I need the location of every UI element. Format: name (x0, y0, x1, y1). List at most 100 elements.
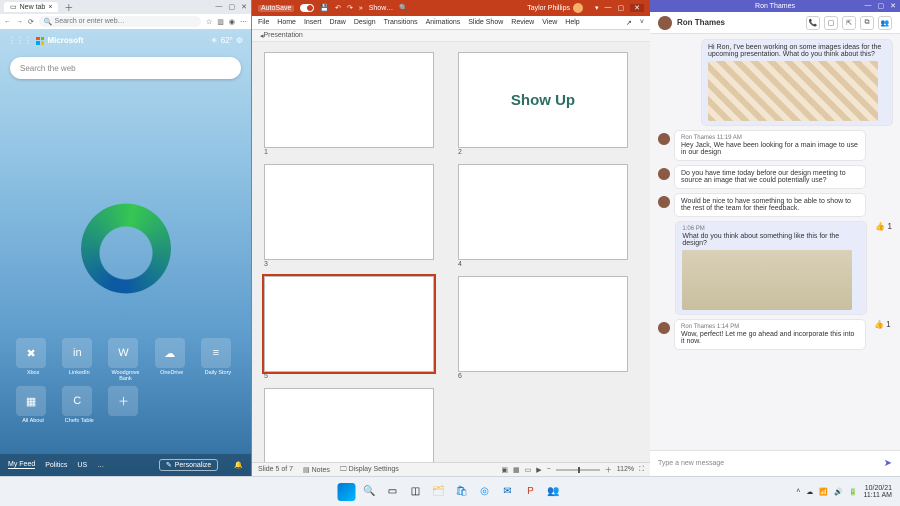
refresh-icon[interactable]: ⟳ (28, 18, 34, 26)
reaction-badge[interactable]: 👍 1 (875, 222, 892, 314)
collections-icon[interactable]: ▥ (217, 18, 224, 26)
ntp-search-box[interactable]: Search the web (10, 57, 241, 79)
minimize-icon[interactable]: ― (605, 4, 612, 12)
ribbon-collapse-icon[interactable]: ˅ (640, 19, 644, 26)
slide-thumbnail[interactable]: Show Off.5 (264, 276, 434, 380)
slide-thumbnail[interactable]: 7 (264, 388, 434, 462)
video-call-icon[interactable]: ▢ (824, 16, 838, 30)
slide-thumbnail[interactable]: Show Up2 (458, 52, 628, 156)
slide-thumbnail[interactable]: Show.1 (264, 52, 434, 156)
new-tab-button[interactable]: ＋ (64, 1, 73, 14)
close-icon[interactable]: ✕ (890, 2, 896, 10)
display-settings-button[interactable]: 🖵 Display Settings (340, 466, 399, 474)
breadcrumb[interactable]: ◂ Presentation (252, 30, 650, 42)
ribbon-tab-slide-show[interactable]: Slide Show (468, 19, 503, 26)
quick-link-tile[interactable]: CChefs Table (62, 386, 96, 424)
zoom-out-icon[interactable]: − (547, 466, 551, 473)
ribbon-tab-home[interactable]: Home (277, 19, 296, 26)
quick-link-tile[interactable]: ✖Xbox (16, 338, 50, 382)
send-icon[interactable]: ➤ (884, 458, 892, 469)
close-icon[interactable]: ✕ (630, 4, 644, 12)
browser-tab[interactable]: ▭ New tab × (4, 2, 58, 12)
redo-icon[interactable]: ↷ (347, 4, 353, 12)
share-icon[interactable]: ⇱ (842, 16, 856, 30)
attached-image[interactable] (682, 250, 852, 310)
tab-politics[interactable]: Politics (45, 462, 67, 469)
ribbon-tab-insert[interactable]: Insert (304, 19, 322, 26)
weather-widget[interactable]: ☀ 62° ⚙ (211, 36, 243, 45)
account-button[interactable]: Taylor Phillips (527, 3, 583, 13)
widgets-icon[interactable]: ◫ (407, 483, 425, 501)
minimize-icon[interactable]: ― (216, 3, 223, 11)
clock[interactable]: 10/20/21 11:11 AM (863, 485, 892, 499)
save-icon[interactable]: 💾 (320, 4, 329, 12)
explorer-icon[interactable]: 🗂 (430, 483, 448, 501)
tab-us[interactable]: US (77, 462, 87, 469)
contact-name[interactable]: Ron Thames (677, 18, 725, 27)
settings-gear-icon[interactable]: ⚙ (236, 36, 243, 45)
autosave-toggle[interactable] (300, 4, 314, 12)
attached-image[interactable] (708, 61, 878, 121)
sorter-view-icon[interactable]: ▦ (513, 466, 520, 474)
chat-message[interactable]: 1:06 PMWhat do you think about something… (658, 222, 892, 314)
teams-taskbar-icon[interactable]: 👥 (545, 483, 563, 501)
quick-link-tile[interactable]: ▦All About (16, 386, 50, 424)
zoom-slider[interactable] (556, 469, 600, 471)
battery-icon[interactable]: 🔋 (849, 488, 858, 496)
normal-view-icon[interactable]: ▣ (501, 466, 508, 474)
ribbon-tab-view[interactable]: View (542, 19, 557, 26)
reading-view-icon[interactable]: ▭ (525, 466, 532, 474)
notes-button[interactable]: ▤ Notes (303, 466, 330, 474)
mail-icon[interactable]: ✉ (499, 483, 517, 501)
menu-icon[interactable]: ⋯ (240, 18, 247, 26)
quick-link-tile[interactable]: ＋ (108, 386, 142, 424)
document-name[interactable]: Show… (369, 5, 394, 12)
slideshow-view-icon[interactable]: ▶ (536, 466, 541, 474)
ribbon-tab-transitions[interactable]: Transitions (384, 19, 418, 26)
quick-link-tile[interactable]: ☁OneDrive (155, 338, 189, 382)
ribbon-tab-draw[interactable]: Draw (329, 19, 345, 26)
personalize-button[interactable]: ✎ Personalize (159, 459, 218, 471)
store-icon[interactable]: 🛍 (453, 483, 471, 501)
task-view-icon[interactable]: ▭ (384, 483, 402, 501)
close-tab-icon[interactable]: × (48, 4, 52, 11)
maximize-icon[interactable]: ▢ (229, 3, 236, 11)
quick-link-tile[interactable]: inLinkedIn (62, 338, 96, 382)
quick-link-tile[interactable]: ≡Daily Story (201, 338, 235, 382)
ribbon-tab-review[interactable]: Review (511, 19, 534, 26)
chat-message[interactable]: Ron Thames 11:19 AMHey Jack, We have bee… (658, 131, 892, 160)
slide-thumbnail[interactable]: Show.6 (458, 276, 628, 380)
powerpoint-icon[interactable]: P (522, 483, 540, 501)
share-icon[interactable]: ↗ (626, 19, 632, 27)
search-icon[interactable]: 🔍 (361, 483, 379, 501)
wifi-icon[interactable]: 📶 (819, 488, 828, 496)
audio-call-icon[interactable]: 📞 (806, 16, 820, 30)
back-icon[interactable]: ← (4, 18, 11, 25)
forward-icon[interactable]: → (16, 18, 23, 25)
volume-icon[interactable]: 🔊 (834, 488, 843, 496)
popout-icon[interactable]: ⧉ (860, 16, 874, 30)
profile-icon[interactable]: ◉ (229, 18, 235, 26)
ribbon-tab-file[interactable]: File (258, 19, 269, 26)
maximize-icon[interactable]: ▢ (878, 2, 885, 10)
slide-thumbnail[interactable]: 113 (264, 164, 434, 268)
address-bar[interactable]: 🔍 Search or enter web… (39, 16, 201, 27)
start-button[interactable] (338, 483, 356, 501)
quick-link-tile[interactable]: WWoodgrove Bank (108, 338, 142, 382)
chat-message[interactable]: Hi Ron, I've been working on some images… (658, 40, 892, 125)
close-icon[interactable]: ✕ (241, 3, 247, 11)
ribbon-tab-animations[interactable]: Animations (426, 19, 461, 26)
search-icon[interactable]: 🔍 (399, 4, 408, 12)
tab-my-feed[interactable]: My Feed (8, 461, 35, 469)
chat-message[interactable]: Do you have time today before our design… (658, 166, 892, 188)
tray-chevron-icon[interactable]: ˄ (796, 488, 800, 495)
ribbon-options-icon[interactable]: ▾ (595, 4, 599, 12)
chat-message[interactable]: Ron Thames 1:14 PMWow, perfect! Let me g… (658, 320, 892, 349)
undo-icon[interactable]: ↶ (335, 4, 341, 12)
compose-box[interactable]: Type a new message ➤ (650, 450, 900, 476)
minimize-icon[interactable]: ― (865, 2, 872, 10)
add-people-icon[interactable]: 👥 (878, 16, 892, 30)
slide-thumbnail[interactable]: Show4 (458, 164, 628, 268)
edge-icon[interactable]: ◎ (476, 483, 494, 501)
ribbon-tab-help[interactable]: Help (565, 19, 579, 26)
